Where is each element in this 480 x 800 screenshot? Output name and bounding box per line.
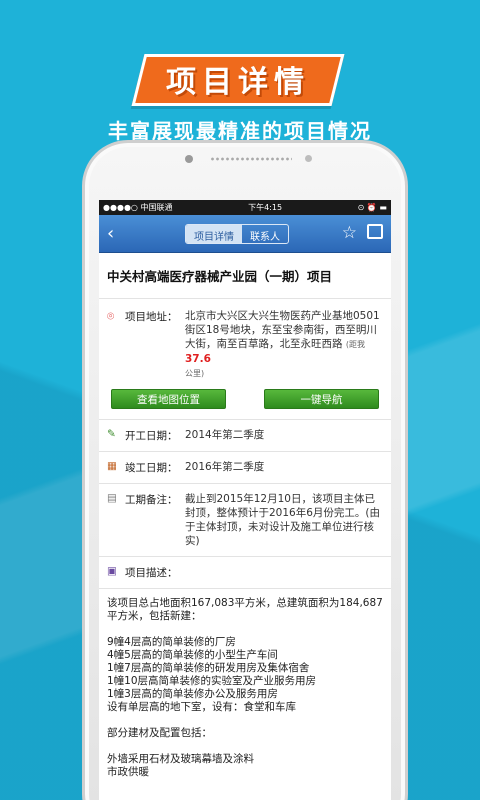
share-icon[interactable] <box>367 224 383 239</box>
clock: 下午4:15 <box>248 203 283 212</box>
navigate-button[interactable]: 一键导航 <box>264 389 379 409</box>
desc-line: 该项目总占地面积167,083平方米，总建筑面积为184,687平方米，包括新建… <box>107 597 383 622</box>
address-label: 项目地址： <box>125 311 178 323</box>
start-date-row: ✎ 开工日期： 2014年第二季度 <box>99 420 391 451</box>
carrier-label: ●●●●○ 中国联通 <box>103 203 173 212</box>
title-banner: 项目详情 <box>131 50 345 108</box>
sensor <box>305 155 312 162</box>
desc-line <box>107 714 383 727</box>
finish-date-row: ▦ 竣工日期： 2016年第二季度 <box>99 452 391 483</box>
tab-project-details[interactable]: 项目详情 <box>186 225 242 243</box>
desc-line: 1幢7层高的简单装修的研发用房及集体宿舍 <box>107 662 310 674</box>
desc-line: 4幢5层高的简单装修的小型生产车间 <box>107 649 278 661</box>
desc-line <box>107 623 383 636</box>
start-date-label: 开工日期： <box>125 430 178 442</box>
desc-line: 市政供暖 <box>107 766 149 778</box>
desc-line: 外墙采用石材及玻璃幕墙及涂料 <box>107 753 254 765</box>
project-title: 中关村高端医疗器械产业园（一期）项目 <box>99 253 391 299</box>
schedule-note-row: ▤ 工期备注： 截止到2015年12月10日，该项目主体已封顶，整体预计于201… <box>99 484 391 556</box>
segmented-tabs: 项目详情 联系人 <box>185 224 289 244</box>
earpiece-speaker <box>210 156 292 162</box>
note-icon: ▤ <box>107 492 117 504</box>
description-icon: ▣ <box>107 565 117 577</box>
desc-line: 部分建材及配置包括： <box>107 727 212 739</box>
start-date-value: 2014年第二季度 <box>185 429 265 441</box>
shovel-icon: ✎ <box>107 428 116 440</box>
desc-line: 1幢3层高的简单装修办公及服务用房 <box>107 688 278 700</box>
desc-line: 设有单层高的地下室，设有：食堂和车库 <box>107 701 296 713</box>
favorite-star-icon[interactable]: ☆ <box>342 223 357 243</box>
phone-frame: ●●●●○ 中国联通 下午4:15 ⊙ ⏰ ▬ ‹ 项目详情 联系人 ☆ 中关村… <box>82 140 408 800</box>
schedule-note-label: 工期备注： <box>125 494 178 506</box>
description-label: 项目描述： <box>125 567 178 579</box>
schedule-note-value: 截止到2015年12月10日，该项目主体已封顶，整体预计于2016年6月份完工。… <box>185 493 380 547</box>
status-bar: ●●●●○ 中国联通 下午4:15 ⊙ ⏰ ▬ <box>99 200 391 215</box>
desc-line: 1幢10层高简单装修的实验室及产业服务用房 <box>107 675 317 687</box>
distance-prefix: (距我 <box>345 340 365 349</box>
address-row: ⌾ 项目地址： 北京市大兴区大兴生物医药产业基地0501街区18号地块，东至宝参… <box>99 309 391 381</box>
desc-line <box>107 740 383 753</box>
back-arrow-icon[interactable]: ‹ <box>107 223 114 244</box>
view-map-button[interactable]: 查看地图位置 <box>111 389 226 409</box>
description-body: 该项目总占地面积167,083平方米，总建筑面积为184,687平方米，包括新建… <box>99 589 391 787</box>
building-icon: ▦ <box>107 460 117 472</box>
front-camera <box>185 155 193 163</box>
desc-line: 9幢4层高的简单装修的厂房 <box>107 636 236 648</box>
description-header-row: ▣ 项目描述： <box>99 557 391 588</box>
address-value: 北京市大兴区大兴生物医药产业基地0501街区18号地块，东至宝参南街，西至明川大… <box>185 309 383 381</box>
tab-contacts[interactable]: 联系人 <box>242 225 288 243</box>
nav-bar: ‹ 项目详情 联系人 ☆ <box>99 215 391 253</box>
finish-date-label: 竣工日期： <box>125 462 178 474</box>
banner-title: 项目详情 <box>166 65 310 100</box>
app-screen: ●●●●○ 中国联通 下午4:15 ⊙ ⏰ ▬ ‹ 项目详情 联系人 ☆ 中关村… <box>99 200 391 800</box>
action-buttons: 查看地图位置 一键导航 <box>99 389 391 409</box>
location-pin-icon: ⌾ <box>107 309 115 323</box>
status-icons: ⊙ ⏰ ▬ <box>357 203 387 212</box>
distance-suffix: 公里) <box>185 369 205 378</box>
distance-value: 37.6 <box>185 353 211 365</box>
finish-date-value: 2016年第二季度 <box>185 461 265 473</box>
